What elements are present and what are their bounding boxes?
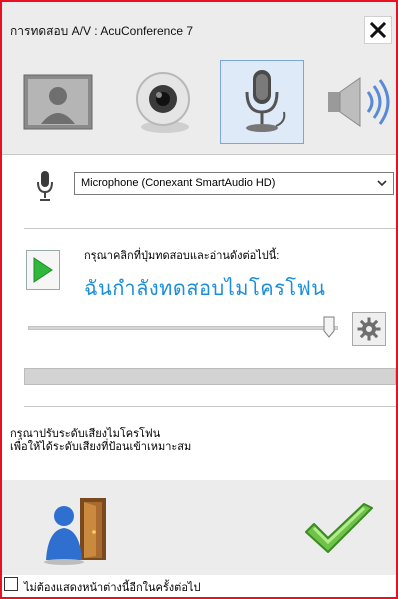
separator [24, 406, 396, 407]
instruction-line-2: เพื่อให้ได้ระดับเสียงที่ป้อนเข้าเหมาะสม [10, 441, 192, 453]
microphone-icon [245, 70, 286, 132]
gear-icon [357, 317, 381, 341]
separator [2, 154, 396, 155]
tab-speaker[interactable] [320, 60, 396, 144]
instruction-line-1: กรุณาปรับระดับเสียงไมโครโฟน [10, 428, 161, 440]
exit-door-icon[interactable] [36, 494, 110, 566]
volume-slider-track[interactable] [28, 326, 338, 330]
volume-slider-thumb[interactable] [323, 316, 335, 338]
window-title: การทดสอบ A/V : AcuConference 7 [10, 24, 194, 38]
test-phrase: ฉันกำลังทดสอบไมโครโฟน [84, 278, 326, 300]
tab-microphone[interactable] [220, 60, 304, 144]
adjust-instruction: กรุณาปรับระดับเสียงไมโครโฟน เพื่อให้ได้ร… [10, 428, 191, 454]
title-bar: การทดสอบ A/V : AcuConference 7 [2, 2, 396, 54]
play-icon [33, 257, 53, 283]
ok-checkmark-icon[interactable] [302, 502, 376, 556]
settings-button[interactable] [352, 312, 386, 346]
webcam-icon [136, 72, 190, 133]
separator [24, 228, 396, 229]
close-icon [369, 21, 387, 39]
action-bar [2, 480, 396, 575]
read-aloud-prompt: กรุณาคลิกที่ปุ่มทดสอบและอ่านดังต่อไปนี้: [84, 250, 280, 262]
dont-show-again-label[interactable]: ไม่ต้องแสดงหน้าต่างนี้อีกในครั้งต่อไป [24, 578, 200, 596]
device-selected-value: Microphone (Conexant SmartAudio HD) [81, 177, 276, 189]
input-level-meter [24, 368, 396, 385]
footer: ไม่ต้องแสดงหน้าต่างนี้อีกในครั้งต่อไป [2, 575, 396, 597]
dont-show-again-checkbox[interactable] [4, 577, 18, 591]
microphone-small-icon [37, 171, 53, 201]
tab-video[interactable] [16, 60, 100, 144]
speaker-icon [328, 77, 390, 127]
tab-webcam[interactable] [120, 60, 204, 144]
test-play-button[interactable] [26, 250, 60, 290]
tab-strip [2, 54, 396, 154]
ac-test-window: การทดสอบ A/V : AcuConference 7 Microphon… [0, 0, 398, 599]
person-portrait-icon [23, 74, 93, 130]
chevron-down-icon [377, 180, 387, 187]
close-button[interactable] [364, 16, 392, 44]
microphone-device-select[interactable]: Microphone (Conexant SmartAudio HD) [74, 172, 394, 195]
